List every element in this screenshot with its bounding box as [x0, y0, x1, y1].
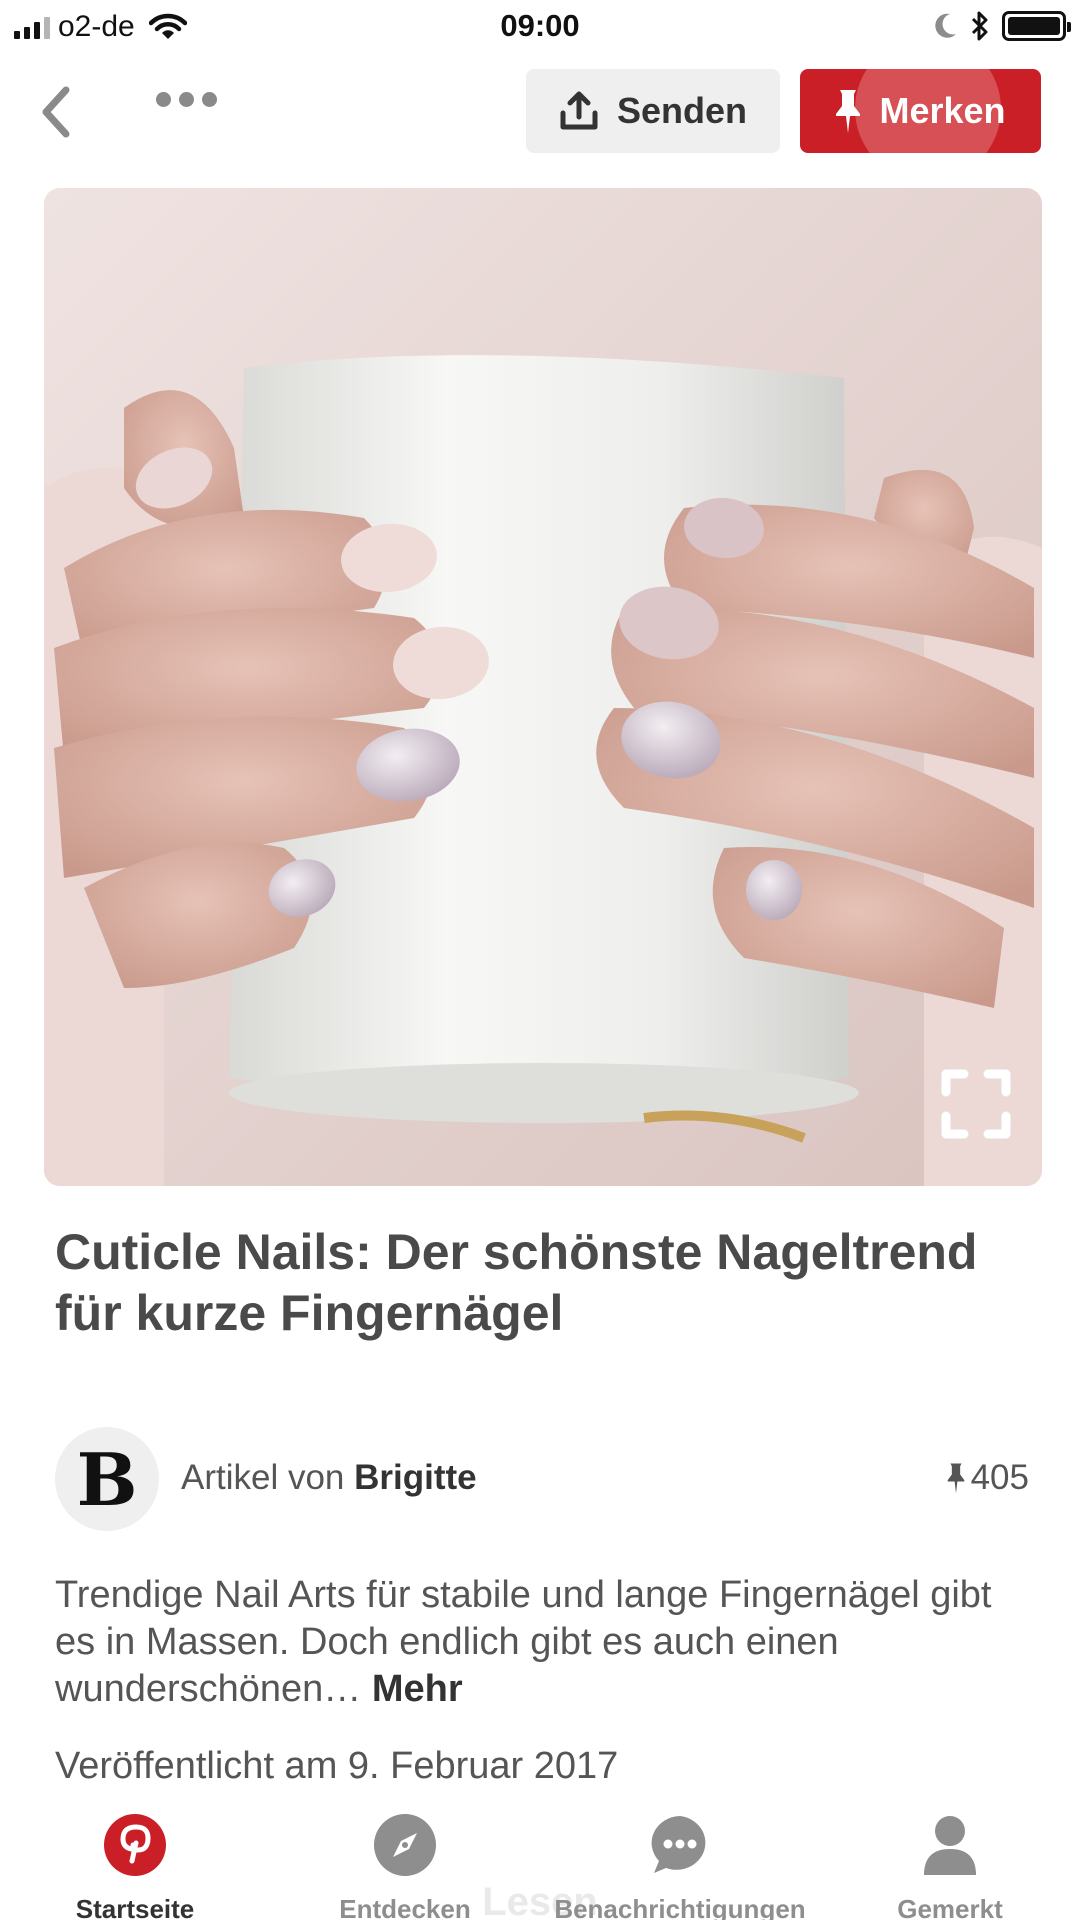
moon-icon [935, 13, 956, 38]
more-options-button[interactable] [156, 92, 217, 107]
description-text: Trendige Nail Arts für stabile und lange… [55, 1574, 992, 1710]
status-time: 09:00 [500, 8, 580, 43]
more-link[interactable]: Mehr [372, 1668, 463, 1710]
ellipsis-icon [156, 92, 171, 107]
tab-entdecken[interactable]: Entdecken [270, 1812, 540, 1920]
pushpin-icon [836, 90, 861, 133]
source-prefix: Artikel von [181, 1458, 345, 1497]
source-avatar[interactable]: B [55, 1427, 159, 1531]
avatar-letter: B [76, 1436, 138, 1522]
status-right [932, 10, 1071, 42]
pin-title: Cuticle Nails: Der schönste Nageltrend f… [55, 1224, 978, 1341]
status-bar: o2-de 09:00 [0, 0, 1080, 56]
tab-label: Gemerkt [897, 1894, 1003, 1920]
back-button[interactable] [40, 84, 80, 140]
tab-label: Entdecken [339, 1894, 471, 1920]
tab-label: Startseite [75, 1894, 195, 1920]
pushpin-icon [947, 1463, 964, 1494]
expand-icon[interactable] [940, 1068, 1012, 1140]
save-count: 405 [947, 1458, 1029, 1498]
tab-benachrichtigungen[interactable]: Benachrichtigungen [545, 1812, 815, 1920]
tab-label: Benachrichtigungen [554, 1894, 806, 1920]
source-attribution[interactable]: Artikel von Brigitte [181, 1458, 477, 1498]
pin-image[interactable] [44, 188, 1042, 1186]
pin-detail-screen: o2-de 09:00 Senden Merken Cuticle Nails:… [0, 0, 1080, 1920]
share-upload-icon [560, 91, 598, 130]
save-count-value: 405 [970, 1458, 1029, 1497]
person-icon [917, 1812, 983, 1878]
source-name: Brigitte [354, 1458, 477, 1497]
chat-bubble-icon [647, 1812, 713, 1878]
tab-gemerkt[interactable]: Gemerkt [815, 1812, 1080, 1920]
send-button[interactable]: Senden [526, 69, 780, 153]
chevron-left-icon [42, 86, 70, 138]
compass-icon [372, 1812, 438, 1878]
battery-icon [1002, 11, 1071, 41]
pinterest-logo-icon [102, 1812, 168, 1878]
pin-description: Trendige Nail Arts für stabile und lange… [55, 1572, 1015, 1713]
published-date: Veröffentlicht am 9. Februar 2017 [55, 1745, 619, 1787]
bluetooth-icon [971, 11, 988, 41]
save-button-label: Merken [879, 90, 1006, 131]
pin-photo [44, 188, 1042, 1186]
tab-startseite[interactable]: Startseite [0, 1812, 270, 1920]
save-button[interactable]: Merken [800, 69, 1041, 153]
send-button-label: Senden [616, 90, 748, 131]
